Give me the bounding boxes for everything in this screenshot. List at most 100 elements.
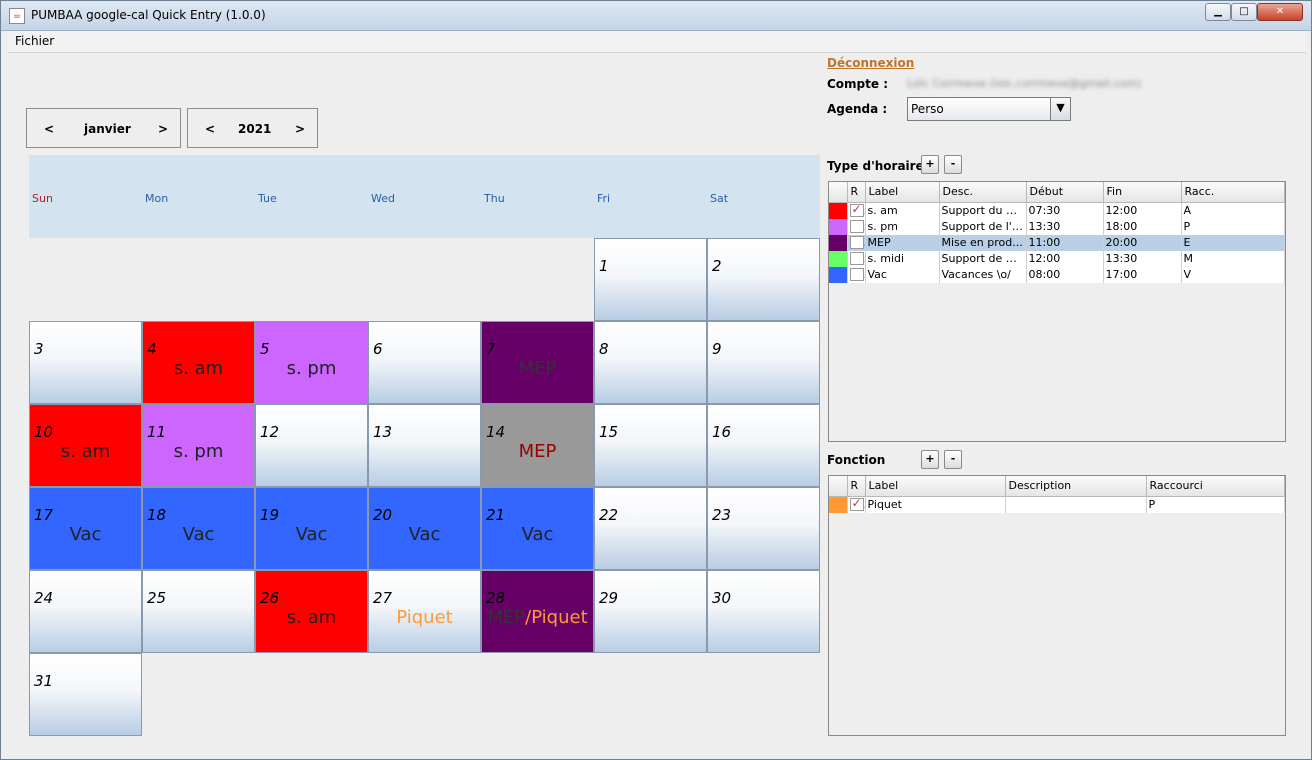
prev-month-button[interactable]: <	[44, 122, 54, 136]
day-cell[interactable]: 10 s. am	[29, 404, 142, 487]
col-shortcut[interactable]: Racc.	[1181, 182, 1285, 203]
day-cell[interactable]: 21 Vac	[481, 487, 594, 570]
agenda-select[interactable]: Perso ▼	[907, 97, 1071, 121]
cell-description[interactable]	[1005, 496, 1147, 513]
chevron-down-icon[interactable]: ▼	[1050, 98, 1070, 120]
col-description[interactable]: Description	[1005, 476, 1147, 497]
cell-shortcut[interactable]: E	[1181, 234, 1285, 251]
prev-year-button[interactable]: <	[205, 122, 215, 136]
day-cell[interactable]: 27 Piquet	[368, 570, 481, 653]
cell-desc[interactable]: Mise en prod...	[939, 234, 1027, 251]
cell-shortcut[interactable]: M	[1181, 250, 1285, 267]
r-checkbox[interactable]	[847, 266, 866, 283]
add-function-button[interactable]: +	[921, 450, 939, 469]
cell-desc[interactable]: Vacances \o/	[939, 266, 1027, 283]
color-swatch[interactable]	[829, 234, 848, 251]
table-row[interactable]: s. pm Support de l'a... 13:30 18:00 P	[829, 218, 1285, 235]
cell-end[interactable]: 17:00	[1103, 266, 1182, 283]
remove-schedule-type-button[interactable]: -	[944, 155, 962, 174]
cell-start[interactable]: 07:30	[1026, 202, 1104, 219]
table-row[interactable]: Piquet P	[829, 496, 1285, 513]
day-cell[interactable]: 17 Vac	[29, 487, 142, 570]
cell-label[interactable]: MEP	[865, 234, 940, 251]
cell-shortcut[interactable]: P	[1146, 496, 1285, 513]
day-cell[interactable]: 16	[707, 404, 820, 487]
color-swatch[interactable]	[829, 266, 848, 283]
remove-function-button[interactable]: -	[944, 450, 962, 469]
day-cell-today[interactable]: 14 MEP	[481, 404, 594, 487]
day-cell[interactable]: 8	[594, 321, 707, 404]
minimize-button[interactable]: ▁	[1205, 3, 1231, 21]
cell-label[interactable]: Piquet	[865, 496, 1006, 513]
title-bar[interactable]: ☕ PUMBAA google-cal Quick Entry (1.0.0) …	[1, 1, 1311, 31]
cell-end[interactable]: 13:30	[1103, 250, 1182, 267]
cell-start[interactable]: 12:00	[1026, 250, 1104, 267]
day-cell[interactable]: 18 Vac	[142, 487, 255, 570]
table-row-selected[interactable]: MEP Mise en prod... 11:00 20:00 E	[829, 234, 1285, 251]
day-cell[interactable]: 4 s. am	[142, 321, 255, 404]
cell-start[interactable]: 11:00	[1026, 234, 1104, 251]
menu-fichier[interactable]: Fichier	[15, 34, 54, 48]
cell-end[interactable]: 12:00	[1103, 202, 1182, 219]
day-cell[interactable]: 26 s. am	[255, 570, 368, 653]
cell-shortcut[interactable]: A	[1181, 202, 1285, 219]
day-cell[interactable]: 20 Vac	[368, 487, 481, 570]
cell-desc[interactable]: Support de l'a...	[939, 218, 1027, 235]
day-cell[interactable]: 3	[29, 321, 142, 404]
color-swatch[interactable]	[829, 250, 848, 267]
col-r[interactable]: R	[847, 476, 866, 497]
cell-label[interactable]: s. am	[865, 202, 940, 219]
cell-start[interactable]: 13:30	[1026, 218, 1104, 235]
day-cell[interactable]: 1	[594, 238, 707, 321]
day-cell[interactable]: 2	[707, 238, 820, 321]
day-cell[interactable]: 5 s. pm	[255, 321, 368, 404]
day-cell[interactable]: 23	[707, 487, 820, 570]
day-cell[interactable]: 30	[707, 570, 820, 653]
day-cell[interactable]: 11 s. pm	[142, 404, 255, 487]
day-cell[interactable]: 6	[368, 321, 481, 404]
col-label[interactable]: Label	[865, 476, 1006, 497]
r-checkbox[interactable]	[847, 496, 866, 513]
day-cell[interactable]: 24	[29, 570, 142, 653]
cell-shortcut[interactable]: V	[1181, 266, 1285, 283]
day-cell[interactable]: 7 MEP	[481, 321, 594, 404]
r-checkbox[interactable]	[847, 202, 866, 219]
day-cell[interactable]: 22	[594, 487, 707, 570]
col-r[interactable]: R	[847, 182, 866, 203]
table-row[interactable]: s. midi Support de m... 12:00 13:30 M	[829, 250, 1285, 267]
r-checkbox[interactable]	[847, 250, 866, 267]
day-cell[interactable]: 9	[707, 321, 820, 404]
day-cell[interactable]: 25	[142, 570, 255, 653]
disconnect-link[interactable]: Déconnexion	[827, 56, 914, 70]
cell-desc[interactable]: Support du m...	[939, 202, 1027, 219]
r-checkbox[interactable]	[847, 218, 866, 235]
next-year-button[interactable]: >	[295, 122, 305, 136]
cell-label[interactable]: s. pm	[865, 218, 940, 235]
day-cell[interactable]: 29	[594, 570, 707, 653]
close-button[interactable]: ✕	[1257, 3, 1303, 21]
day-cell[interactable]: 15	[594, 404, 707, 487]
add-schedule-type-button[interactable]: +	[921, 155, 939, 174]
color-swatch[interactable]	[829, 496, 848, 513]
col-end[interactable]: Fin	[1103, 182, 1182, 203]
day-cell[interactable]: 19 Vac	[255, 487, 368, 570]
col-desc[interactable]: Desc.	[939, 182, 1027, 203]
color-swatch[interactable]	[829, 202, 848, 219]
table-row[interactable]: s. am Support du m... 07:30 12:00 A	[829, 202, 1285, 219]
cell-label[interactable]: Vac	[865, 266, 940, 283]
cell-desc[interactable]: Support de m...	[939, 250, 1027, 267]
cell-label[interactable]: s. midi	[865, 250, 940, 267]
color-swatch[interactable]	[829, 218, 848, 235]
table-row[interactable]: Vac Vacances \o/ 08:00 17:00 V	[829, 266, 1285, 283]
maximize-button[interactable]: □	[1231, 3, 1257, 21]
day-cell[interactable]: 12	[255, 404, 368, 487]
r-checkbox[interactable]	[847, 234, 866, 251]
next-month-button[interactable]: >	[158, 122, 168, 136]
cell-end[interactable]: 18:00	[1103, 218, 1182, 235]
col-shortcut[interactable]: Raccourci	[1146, 476, 1285, 497]
col-color[interactable]	[829, 182, 848, 203]
day-cell[interactable]: 28 MEP/Piquet	[481, 570, 594, 653]
col-color[interactable]	[829, 476, 848, 497]
col-label[interactable]: Label	[865, 182, 940, 203]
cell-shortcut[interactable]: P	[1181, 218, 1285, 235]
